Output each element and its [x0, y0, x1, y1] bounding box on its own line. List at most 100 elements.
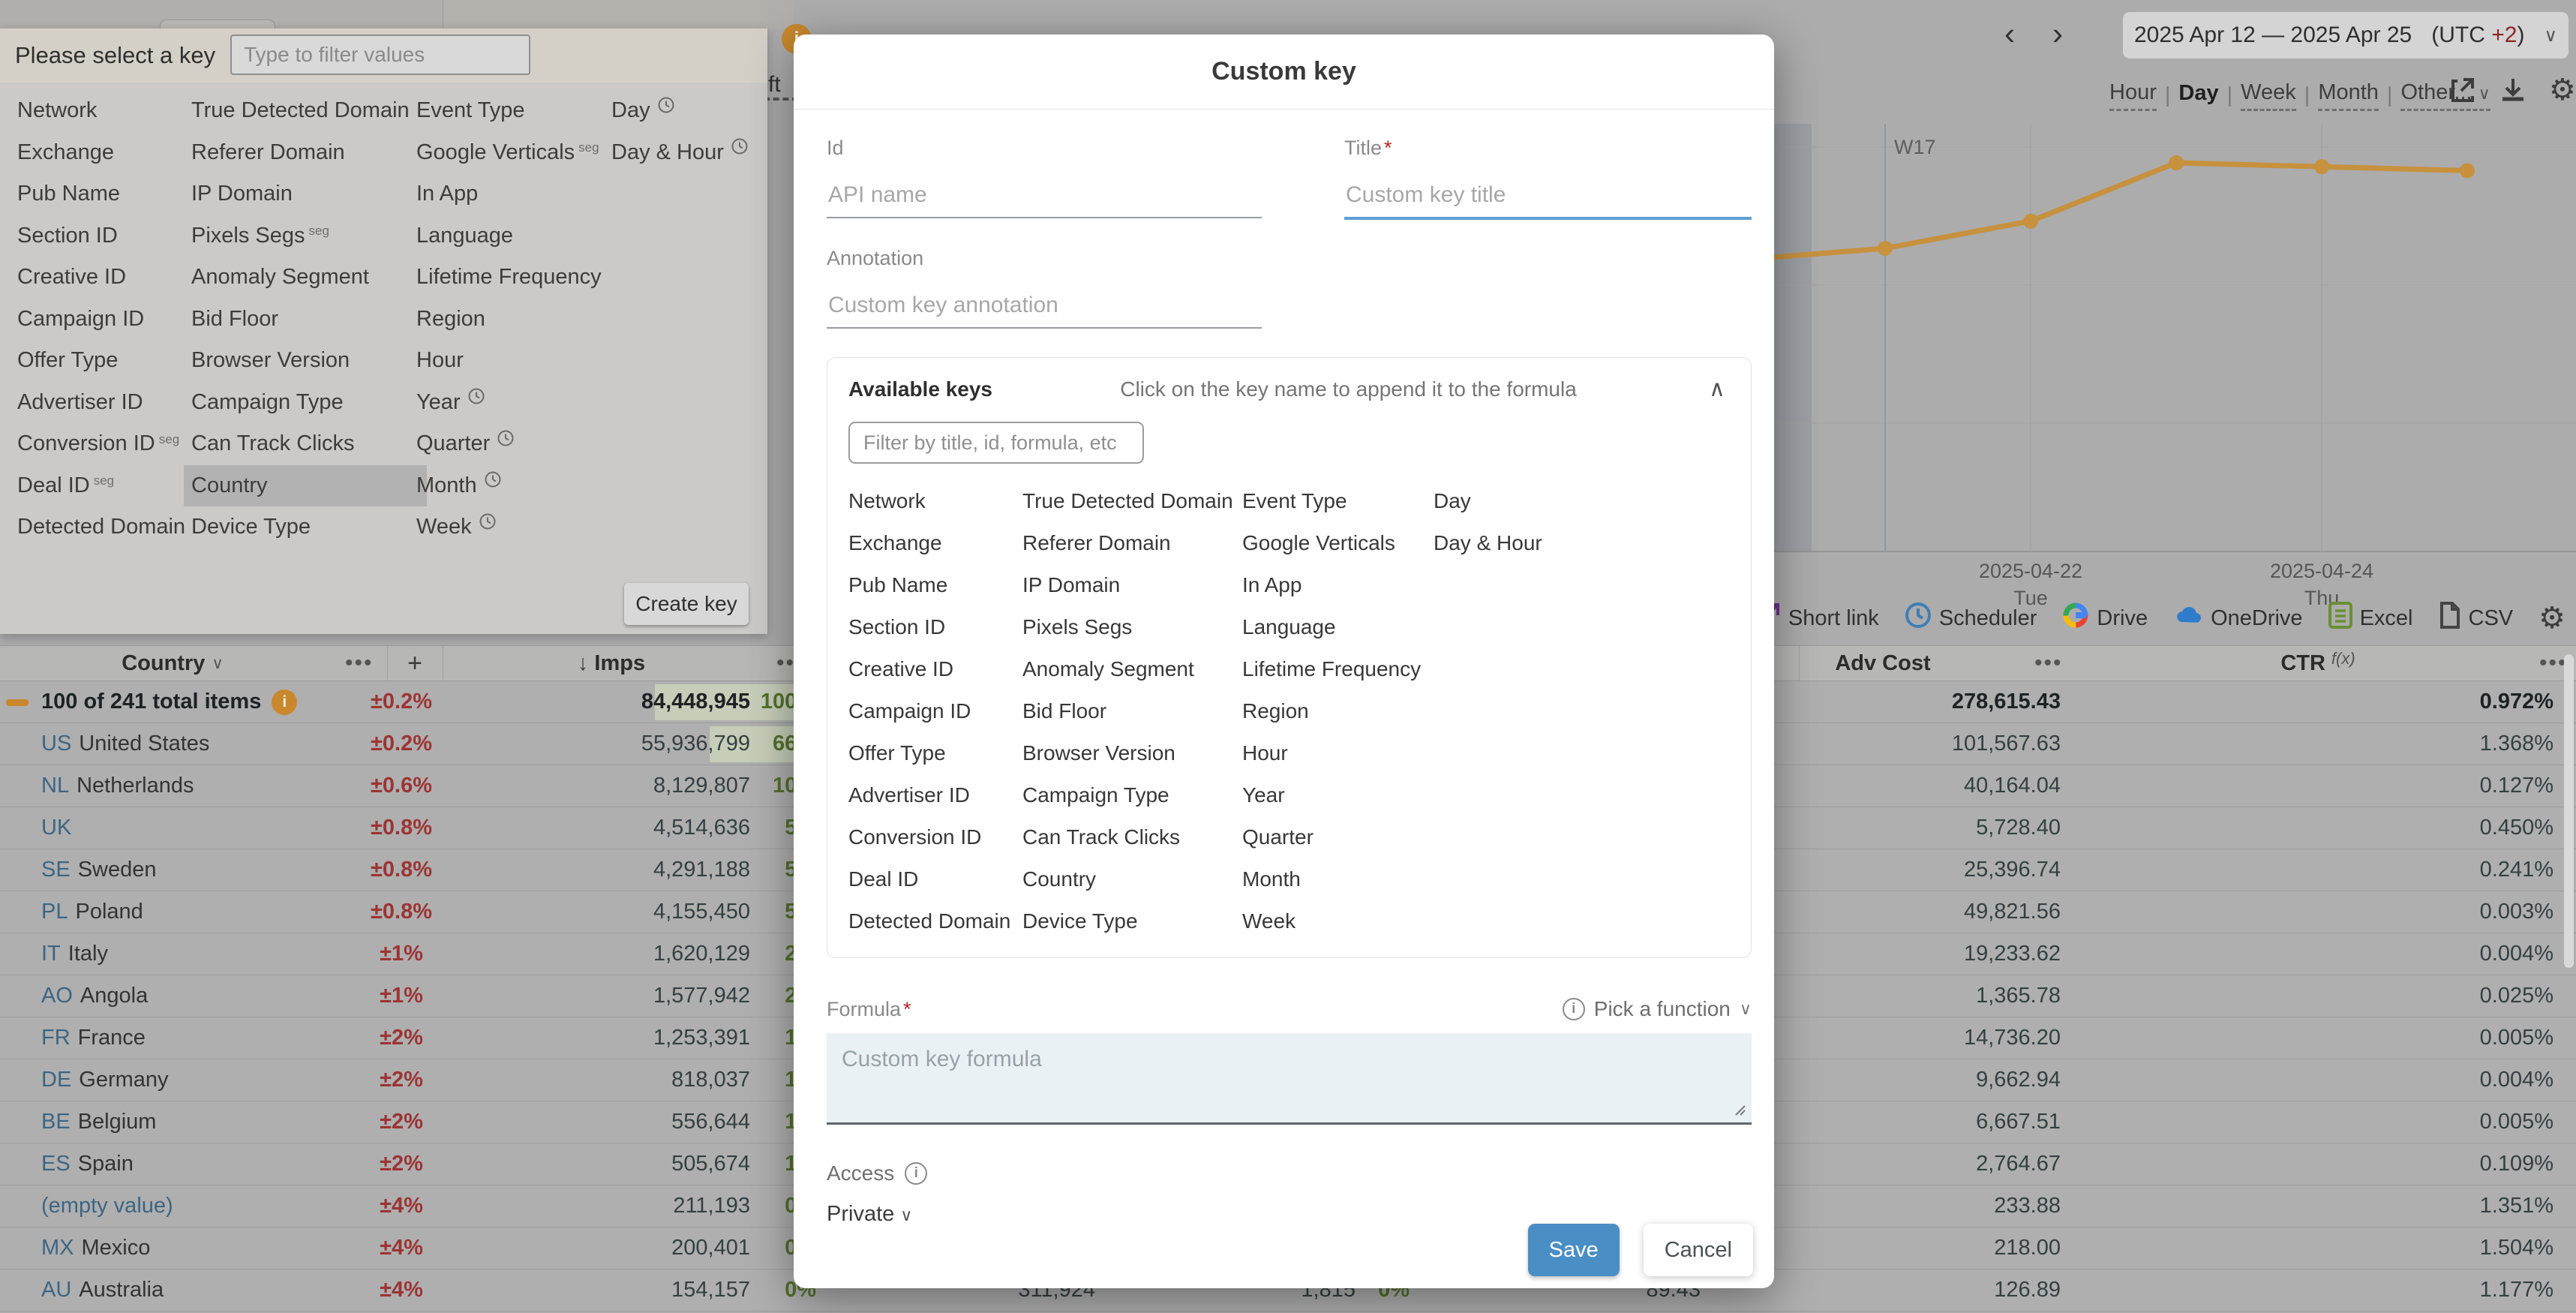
column-header-adv-cost[interactable]: Adv Cost [1797, 646, 1969, 681]
key-option-creative-id[interactable]: Creative ID [10, 257, 179, 299]
export-csv-button[interactable]: CSV [2439, 602, 2514, 635]
key-option-referer-domain[interactable]: Referer Domain [184, 132, 427, 174]
key-option-hour[interactable]: Hour [409, 340, 600, 382]
resize-handle-icon[interactable] [1732, 1102, 1746, 1119]
date-range-picker[interactable]: 2025 Apr 12 — 2025 Apr 25 (UTC +2) ∨ [2123, 12, 2568, 59]
key-option-month[interactable]: Month [409, 465, 600, 507]
key-option-event-type[interactable]: Event Type [409, 90, 600, 132]
column-header-country[interactable]: Country∨ [45, 646, 300, 681]
available-key-day-hour[interactable]: Day & Hour [1434, 531, 1730, 555]
available-key-offer-type[interactable]: Offer Type [848, 741, 1022, 765]
available-key-can-track-clicks[interactable]: Can Track Clicks [1022, 825, 1242, 849]
key-option-campaign-type[interactable]: Campaign Type [184, 382, 427, 424]
key-option-can-track-clicks[interactable]: Can Track Clicks [184, 423, 427, 465]
key-option-conversion-id[interactable]: Conversion IDseg [10, 423, 179, 465]
collapse-chevron-up-icon[interactable]: ∧ [1704, 376, 1730, 402]
available-key-event-type[interactable]: Event Type [1242, 489, 1434, 513]
chart-settings-gear-icon[interactable]: ⚙ [2549, 75, 2576, 105]
available-key-quarter[interactable]: Quarter [1242, 825, 1434, 849]
key-option-exchange[interactable]: Exchange [10, 132, 179, 174]
adv-cost-column-menu[interactable]: ••• [2034, 646, 2063, 681]
available-key-deal-id[interactable]: Deal ID [848, 867, 1022, 891]
available-key-language[interactable]: Language [1242, 615, 1434, 639]
available-key-network[interactable]: Network [848, 489, 1022, 513]
available-key-creative-id[interactable]: Creative ID [848, 657, 1022, 681]
formula-textarea[interactable] [827, 1033, 1752, 1125]
key-option-lifetime-frequency[interactable]: Lifetime Frequency [409, 257, 600, 299]
available-key-month[interactable]: Month [1242, 867, 1434, 891]
key-option-campaign-id[interactable]: Campaign ID [10, 299, 179, 341]
available-key-campaign-id[interactable]: Campaign ID [848, 699, 1022, 723]
available-key-google-verticals[interactable]: Google Verticals [1242, 531, 1434, 555]
add-column-button[interactable]: + [387, 646, 443, 681]
open-external-icon[interactable] [2447, 75, 2477, 105]
export-scheduler-button[interactable]: Scheduler [1905, 602, 2037, 635]
available-key-detected-domain[interactable]: Detected Domain [848, 909, 1022, 933]
available-key-device-type[interactable]: Device Type [1022, 909, 1242, 933]
available-key-referer-domain[interactable]: Referer Domain [1022, 531, 1242, 555]
key-option-device-type[interactable]: Device Type [184, 506, 427, 548]
available-key-conversion-id[interactable]: Conversion ID [848, 825, 1022, 849]
key-option-country[interactable]: Country [184, 465, 427, 507]
available-key-campaign-type[interactable]: Campaign Type [1022, 783, 1242, 807]
key-option-pub-name[interactable]: Pub Name [10, 173, 179, 215]
key-option-detected-domain[interactable]: Detected Domain [10, 506, 179, 548]
key-option-in-app[interactable]: In App [409, 173, 600, 215]
available-key-advertiser-id[interactable]: Advertiser ID [848, 783, 1022, 807]
key-option-true-detected-domain[interactable]: True Detected Domain [184, 90, 427, 132]
period-tab-day[interactable]: Day [2178, 81, 2218, 110]
key-option-section-id[interactable]: Section ID [10, 215, 179, 257]
available-key-day[interactable]: Day [1434, 489, 1730, 513]
key-option-ip-domain[interactable]: IP Domain [184, 173, 427, 215]
key-option-language[interactable]: Language [409, 215, 600, 257]
key-option-advertiser-id[interactable]: Advertiser ID [10, 382, 179, 424]
id-field[interactable] [827, 178, 1262, 218]
available-key-country[interactable]: Country [1022, 867, 1242, 891]
key-option-pixels-segs[interactable]: Pixels Segsseg [184, 215, 427, 257]
key-option-google-verticals[interactable]: Google Verticalsseg [409, 132, 600, 174]
key-option-day[interactable]: Day [604, 90, 767, 132]
annotation-field[interactable] [827, 288, 1262, 329]
table-settings-gear-icon[interactable]: ⚙ [2538, 603, 2565, 633]
available-key-region[interactable]: Region [1242, 699, 1434, 723]
cancel-button[interactable]: Cancel [1644, 1224, 1753, 1276]
period-tab-hour[interactable]: Hour [2109, 80, 2157, 111]
key-option-week[interactable]: Week [409, 506, 600, 548]
available-key-anomaly-segment[interactable]: Anomaly Segment [1022, 657, 1242, 681]
key-option-anomaly-segment[interactable]: Anomaly Segment [184, 257, 427, 299]
export-excel-button[interactable]: Excel [2328, 602, 2413, 635]
key-option-browser-version[interactable]: Browser Version [184, 340, 427, 382]
export-onedrive-button[interactable]: OneDrive [2173, 602, 2303, 635]
key-option-quarter[interactable]: Quarter [409, 423, 600, 465]
key-option-region[interactable]: Region [409, 299, 600, 341]
key-filter-input[interactable] [230, 35, 530, 75]
key-option-year[interactable]: Year [409, 382, 600, 424]
available-key-in-app[interactable]: In App [1242, 573, 1434, 597]
key-option-network[interactable]: Network [10, 90, 179, 132]
key-option-day-hour[interactable]: Day & Hour [604, 132, 767, 174]
available-key-bid-floor[interactable]: Bid Floor [1022, 699, 1242, 723]
available-key-lifetime-frequency[interactable]: Lifetime Frequency [1242, 657, 1434, 681]
available-key-pub-name[interactable]: Pub Name [848, 573, 1022, 597]
period-tab-month[interactable]: Month [2318, 80, 2379, 111]
create-key-button[interactable]: Create key [624, 583, 749, 625]
available-key-browser-version[interactable]: Browser Version [1022, 741, 1242, 765]
available-key-year[interactable]: Year [1242, 783, 1434, 807]
title-field[interactable] [1344, 178, 1752, 220]
next-period-button[interactable]: › [2052, 18, 2063, 50]
export-drive-button[interactable]: Drive [2062, 602, 2148, 635]
available-keys-filter-input[interactable] [848, 422, 1144, 464]
key-option-deal-id[interactable]: Deal IDseg [10, 465, 179, 507]
available-key-pixels-segs[interactable]: Pixels Segs [1022, 615, 1242, 639]
available-key-section-id[interactable]: Section ID [848, 615, 1022, 639]
ctr-column-menu[interactable]: ••• [2539, 646, 2568, 681]
key-option-bid-floor[interactable]: Bid Floor [184, 299, 427, 341]
available-key-ip-domain[interactable]: IP Domain [1022, 573, 1242, 597]
available-key-hour[interactable]: Hour [1242, 741, 1434, 765]
column-header-imps[interactable]: ↓Imps [518, 646, 705, 681]
download-icon[interactable] [2498, 75, 2528, 105]
info-icon[interactable]: i [272, 690, 297, 715]
available-key-exchange[interactable]: Exchange [848, 531, 1022, 555]
available-key-true-detected-domain[interactable]: True Detected Domain [1022, 489, 1242, 513]
vertical-scrollbar[interactable] [2564, 654, 2574, 968]
